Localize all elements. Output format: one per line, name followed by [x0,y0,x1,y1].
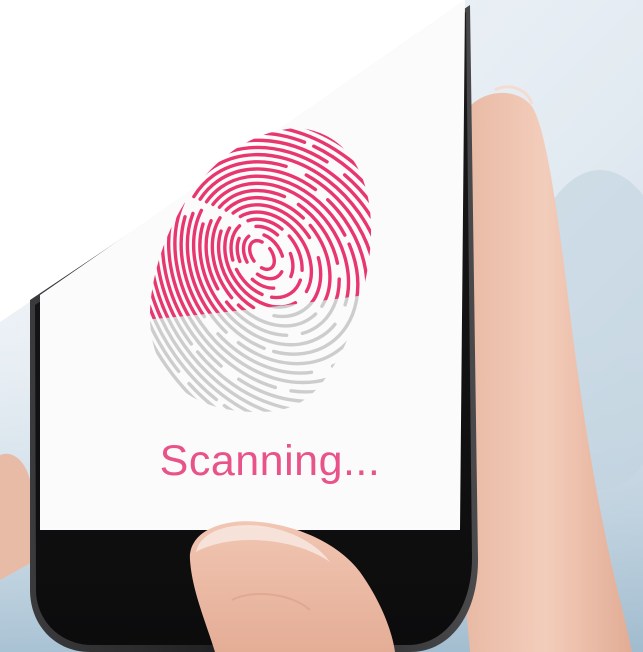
scanning-status-text: Scanning... [159,437,381,485]
photo-scene: Scanning... [0,0,643,652]
scene-illustration [0,0,643,652]
